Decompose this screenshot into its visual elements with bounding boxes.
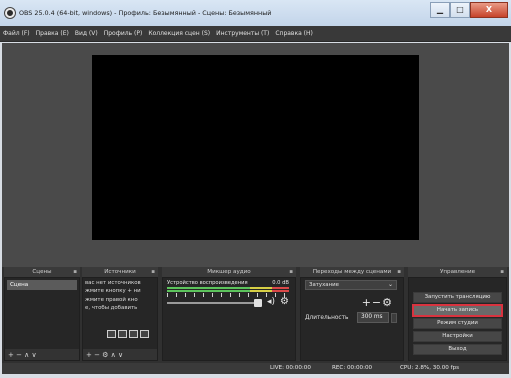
preview-area (2, 43, 509, 267)
menu-profile[interactable]: Профиль (P) (104, 30, 143, 37)
start-recording-button[interactable]: Начать запись (413, 305, 502, 316)
duration-label: Длительность (305, 315, 349, 321)
exit-button[interactable]: Выход (413, 344, 502, 355)
menu-help[interactable]: Справка (H) (275, 30, 313, 37)
settings-button[interactable]: Настройки (413, 331, 502, 342)
window-title: OBS 25.0.4 (64-bit, windows) - Профиль: … (19, 9, 272, 17)
window-controls: ▁ □ X (430, 2, 508, 19)
transitions-dock: Затухание ⌄ +−⚙ Длительность 300 ms (300, 277, 404, 361)
menu-bar: Файл (F) Правка (E) Вид (V) Профиль (P) … (0, 26, 511, 42)
scene-item[interactable]: Сцена (7, 280, 77, 290)
globe-icon (129, 330, 138, 338)
transition-add-remove-config[interactable]: +−⚙ (362, 296, 393, 309)
menu-scene-collection[interactable]: Коллекция сцен (S) (148, 30, 210, 37)
monitor-icon (107, 330, 116, 338)
transitions-body: Затухание ⌄ +−⚙ Длительность 300 ms (301, 278, 403, 360)
dock-area: Сцены ▪ Сцена + − ∧ ∨ Источники ▪ вас нет … (2, 267, 509, 363)
transitions-dock-title: Переходы между сценами ▪ (300, 267, 404, 277)
camera-icon (140, 330, 149, 338)
cpu-fps-readout: CPU: 2.8%, 30.00 fps (400, 365, 460, 371)
audio-meter-left (167, 287, 289, 289)
mixer-channel-label: Устройство воспроизведения (167, 280, 248, 286)
status-bar: LIVE: 00:00:00 REC: 00:00:00 CPU: 2.8%, … (2, 363, 509, 374)
window-icon (118, 330, 127, 338)
controls-dock-title: Управление ▪ (408, 267, 507, 277)
menu-view[interactable]: Вид (V) (75, 30, 98, 37)
gear-icon[interactable]: ⚙ (280, 296, 289, 307)
mixer-body: Устройство воспроизведения 0.0 dB ◂) ⚙ (163, 278, 295, 360)
controls-body: Запустить трансляцию Начать запись Режим… (409, 278, 506, 360)
preview-canvas[interactable] (92, 55, 419, 240)
dock-close-icon[interactable]: ▪ (73, 267, 77, 277)
dock-close-icon[interactable]: ▪ (151, 267, 155, 277)
menu-file[interactable]: Файл (F) (3, 30, 30, 37)
speaker-icon[interactable]: ◂) (267, 297, 275, 307)
dock-close-icon[interactable]: ▪ (500, 267, 504, 277)
start-streaming-button[interactable]: Запустить трансляцию (413, 292, 502, 303)
duration-input[interactable]: 300 ms (357, 312, 389, 323)
mixer-dock-title: Микшер аудио ▪ (162, 267, 296, 277)
mixer-level-readout: 0.0 dB (272, 280, 289, 286)
menu-tools[interactable]: Инструменты (T) (216, 30, 269, 37)
transition-select[interactable]: Затухание ⌄ (305, 280, 397, 290)
sources-dock: вас нет источников жмите кнопку + ни жми… (82, 277, 158, 361)
sources-dock-title: Источники ▪ (82, 267, 158, 277)
source-type-icons (107, 330, 149, 338)
rec-timer: REC: 00:00:00 (332, 365, 373, 371)
dock-close-icon[interactable]: ▪ (397, 267, 401, 277)
mixer-dock: Устройство воспроизведения 0.0 dB ◂) ⚙ (162, 277, 296, 361)
sources-empty-hint: вас нет источников жмите кнопку + ни жми… (85, 280, 141, 312)
title-bar: OBS 25.0.4 (64-bit, windows) - Профиль: … (0, 0, 511, 26)
chevron-down-icon: ⌄ (387, 281, 393, 288)
scenes-dock-title: Сцены ▪ (4, 267, 80, 277)
close-button[interactable]: X (470, 2, 508, 18)
minimize-button[interactable]: ▁ (430, 2, 450, 18)
studio-mode-button[interactable]: Режим студии (413, 318, 502, 329)
scenes-toolbar[interactable]: + − ∧ ∨ (5, 349, 79, 360)
scenes-list[interactable]: Сцена (5, 278, 79, 360)
sources-list[interactable]: вас нет источников жмите кнопку + ни жми… (83, 278, 157, 360)
volume-slider-handle[interactable] (254, 299, 262, 307)
controls-dock: Запустить трансляцию Начать запись Режим… (408, 277, 507, 361)
maximize-button[interactable]: □ (450, 2, 470, 18)
obs-logo-icon (5, 8, 15, 18)
audio-meter-right (167, 290, 289, 292)
sources-toolbar[interactable]: + − ⚙ ∧ ∨ (83, 349, 157, 360)
duration-spinner[interactable] (391, 313, 397, 323)
menu-edit[interactable]: Правка (E) (36, 30, 69, 37)
dock-close-icon[interactable]: ▪ (289, 267, 293, 277)
scenes-dock: Сцена + − ∧ ∨ (4, 277, 80, 361)
volume-slider[interactable] (167, 299, 262, 307)
live-timer: LIVE: 00:00:00 (270, 365, 311, 371)
